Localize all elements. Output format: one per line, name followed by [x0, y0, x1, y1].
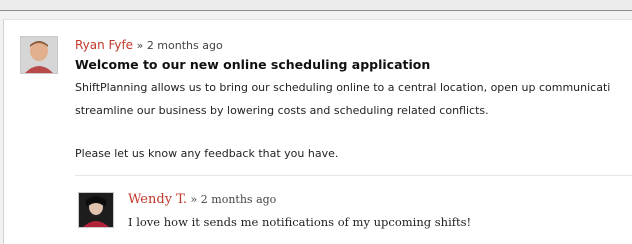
post-author-link[interactable]: Ryan Fyfe [75, 38, 133, 52]
reply-meta: Wendy T. » 2 months ago [128, 192, 276, 207]
reply-text: I love how it sends me notifications of … [128, 215, 472, 229]
reply-separator: » [187, 193, 201, 206]
top-divider [0, 0, 632, 11]
post-timestamp: 2 months ago [146, 39, 223, 52]
reply-author-link[interactable]: Wendy T. [128, 192, 187, 207]
post-body-line: ShiftPlanning allows us to bring our sch… [75, 81, 611, 94]
post-body-line: streamline our business by lowering cost… [75, 104, 489, 117]
post-meta: Ryan Fyfe » 2 months ago [75, 38, 223, 52]
reply-author-avatar[interactable] [78, 192, 114, 228]
reply-timestamp: 2 months ago [200, 193, 277, 206]
post-body-line: Please let us know any feedback that you… [75, 147, 339, 160]
user-avatar-icon [79, 193, 113, 227]
user-avatar-icon [21, 37, 57, 73]
post-separator: » [133, 39, 147, 52]
feed-panel: Ryan Fyfe » 2 months ago Welcome to our … [3, 19, 632, 244]
post-title: Welcome to our new online scheduling app… [75, 57, 431, 72]
author-avatar[interactable] [20, 36, 58, 74]
reply-divider [75, 175, 632, 176]
